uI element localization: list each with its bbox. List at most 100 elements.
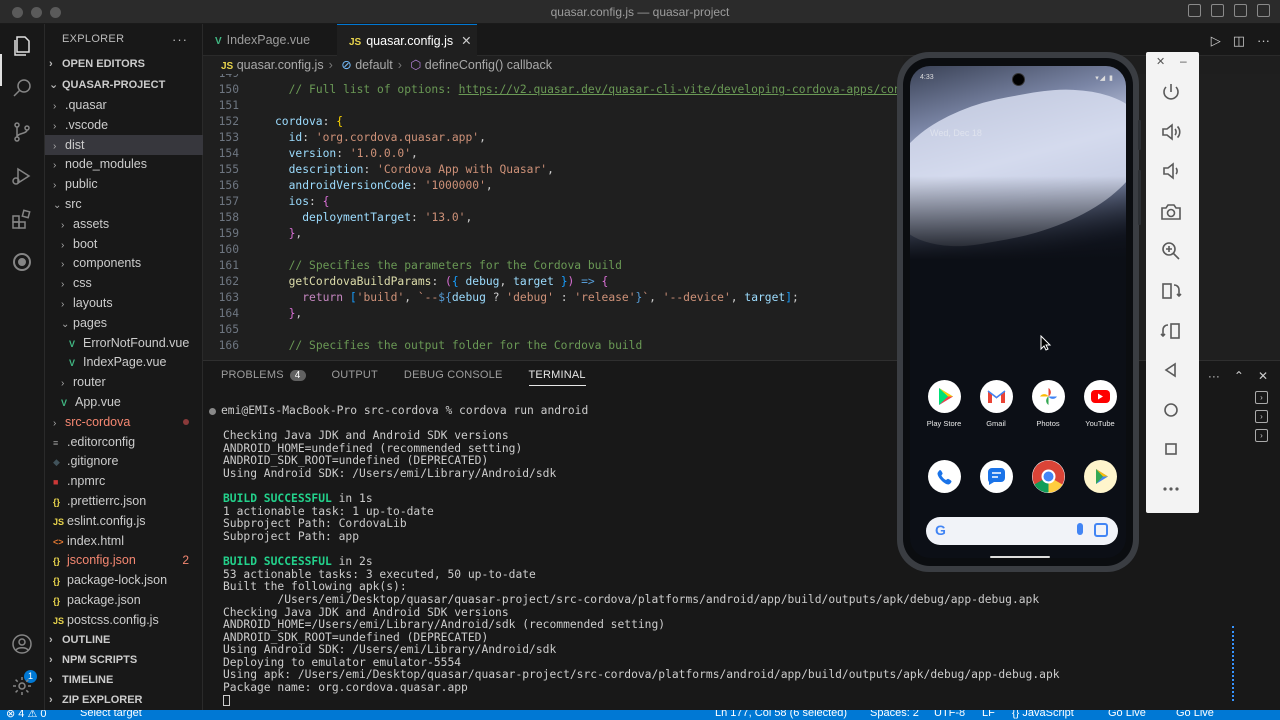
file-tree-item[interactable]: › components: [45, 253, 203, 273]
manage-gear-icon[interactable]: [10, 674, 34, 698]
toggle-panel-icon[interactable]: [1211, 4, 1224, 17]
maximize-panel-icon[interactable]: ⌃: [1234, 369, 1244, 383]
file-tree-item[interactable]: ◆ .gitignore: [45, 451, 203, 471]
close-tab-icon[interactable]: ✕: [461, 34, 471, 48]
photos-app[interactable]: Photos: [1023, 380, 1073, 428]
encoding-status[interactable]: UTF-8: [934, 710, 965, 719]
terminal-scrollbar[interactable]: [1232, 626, 1234, 701]
indentation-status[interactable]: Spaces: 2: [870, 710, 919, 719]
mic-icon[interactable]: [1077, 523, 1083, 535]
tab-quasar-config-js[interactable]: JS quasar.config.js ✕: [337, 24, 477, 56]
youtube-app[interactable]: YouTube: [1075, 380, 1125, 428]
breadcrumb-default[interactable]: default: [355, 58, 393, 72]
zoom-icon[interactable]: [1159, 239, 1183, 263]
file-tree-item[interactable]: › boot: [45, 234, 203, 254]
terminal-instance-icon[interactable]: ›: [1255, 391, 1268, 404]
timeline-section[interactable]: › TIMELINE: [45, 670, 203, 690]
file-tree-item[interactable]: › src-cordova: [45, 412, 203, 432]
power-icon[interactable]: [1159, 81, 1183, 105]
explorer-icon[interactable]: [10, 34, 34, 58]
toggle-secondary-sidebar-icon[interactable]: [1234, 4, 1247, 17]
file-tree-item[interactable]: › layouts: [45, 293, 203, 313]
breadcrumb-file[interactable]: quasar.config.js: [237, 58, 324, 72]
eol-status[interactable]: LF: [982, 710, 995, 719]
language-status[interactable]: {} JavaScript: [1012, 710, 1074, 719]
play-store-app[interactable]: Play Store: [919, 380, 969, 428]
remote-explorer-icon[interactable]: [10, 250, 34, 274]
zip-explorer-section[interactable]: › ZIP EXPLORER: [45, 690, 203, 710]
open-editors-section[interactable]: › OPEN EDITORS: [45, 54, 203, 74]
file-tree-item[interactable]: › .quasar: [45, 95, 203, 115]
file-tree-item[interactable]: › public: [45, 174, 203, 194]
file-tree-item[interactable]: › node_modules: [45, 154, 203, 174]
select-target-status[interactable]: Select target: [80, 710, 142, 719]
cursor-position-status[interactable]: Ln 177, Col 58 (6 selected): [715, 710, 847, 719]
gmail-app[interactable]: Gmail: [971, 380, 1021, 428]
tab-debug-console[interactable]: DEBUG CONSOLE: [404, 369, 503, 386]
file-tree-item[interactable]: V ErrorNotFound.vue: [45, 333, 203, 353]
customize-layout-icon[interactable]: [1257, 4, 1270, 17]
messages-app[interactable]: [971, 460, 1021, 493]
project-section[interactable]: ⌄ QUASAR-PROJECT: [45, 75, 203, 95]
file-tree-item[interactable]: V App.vue: [45, 392, 203, 412]
search-icon[interactable]: [10, 76, 34, 100]
tab-indexpage-vue[interactable]: V IndexPage.vue: [203, 24, 333, 56]
npm-scripts-section[interactable]: › NPM SCRIPTS: [45, 650, 203, 670]
file-tree-item[interactable]: JS postcss.config.js: [45, 610, 203, 630]
outline-section[interactable]: › OUTLINE: [45, 630, 203, 650]
file-tree-item[interactable]: ■ .npmrc: [45, 471, 203, 491]
go-live-button[interactable]: Go Live: [1108, 710, 1146, 719]
volume-up-icon[interactable]: [1159, 120, 1183, 144]
phone-app[interactable]: [919, 460, 969, 493]
toggle-sidebar-icon[interactable]: [1188, 4, 1201, 17]
rotate-right-icon[interactable]: [1159, 319, 1183, 343]
tab-problems[interactable]: PROBLEMS 4: [221, 369, 306, 386]
google-search-bar[interactable]: G: [926, 517, 1118, 545]
source-control-icon[interactable]: [10, 120, 34, 144]
file-tree-item[interactable]: JS eslint.config.js: [45, 511, 203, 531]
panel-more-icon[interactable]: ···: [1208, 369, 1220, 383]
run-debug-icon[interactable]: [10, 164, 34, 188]
play-games-app[interactable]: [1075, 460, 1125, 493]
file-tree-item[interactable]: {} jsconfig.json 2: [45, 550, 203, 570]
chrome-app[interactable]: [1023, 460, 1073, 493]
overview-icon[interactable]: [1159, 437, 1183, 461]
terminal-instance-icon[interactable]: ›: [1255, 429, 1268, 442]
tab-terminal[interactable]: TERMINAL: [528, 369, 586, 386]
file-tree-item[interactable]: ⌄ src: [45, 194, 203, 214]
file-tree-item[interactable]: › .vscode: [45, 115, 203, 135]
file-tree-item[interactable]: <> index.html: [45, 531, 203, 551]
file-tree-item[interactable]: › css: [45, 273, 203, 293]
more-options-icon[interactable]: [1159, 477, 1183, 501]
camera-icon[interactable]: [1159, 200, 1183, 224]
file-tree-item[interactable]: {} package-lock.json: [45, 570, 203, 590]
rotate-left-icon[interactable]: [1159, 279, 1183, 303]
home-icon[interactable]: [1159, 398, 1183, 422]
minimize-emulator-icon[interactable]: –: [1180, 54, 1187, 68]
back-icon[interactable]: [1159, 358, 1183, 382]
close-panel-icon[interactable]: ✕: [1258, 369, 1268, 383]
file-tree-item[interactable]: V IndexPage.vue: [45, 352, 203, 372]
tab-output[interactable]: OUTPUT: [332, 369, 378, 386]
emulator-screen[interactable]: 4:33 ▾◢ ▮ Wed, Dec 18 Play Store Gmail P…: [910, 66, 1126, 558]
extensions-icon[interactable]: [10, 207, 34, 231]
breadcrumb-function[interactable]: defineConfig() callback: [425, 58, 552, 72]
account-icon[interactable]: [10, 632, 34, 656]
run-icon[interactable]: ▷: [1211, 33, 1221, 49]
file-tree-item[interactable]: › dist: [45, 134, 203, 155]
volume-down-icon[interactable]: [1159, 159, 1183, 183]
file-tree-item[interactable]: › router: [45, 372, 203, 392]
close-emulator-icon[interactable]: ✕: [1156, 55, 1165, 68]
problems-status[interactable]: ⊗ 4 ⚠ 0: [6, 710, 46, 720]
file-tree-item[interactable]: ≡ .editorconfig: [45, 432, 203, 452]
more-actions-icon[interactable]: ···: [172, 32, 188, 47]
file-tree-item[interactable]: {} package.json: [45, 590, 203, 610]
terminal-instance-icon[interactable]: ›: [1255, 410, 1268, 423]
go-live-button-2[interactable]: Go Live: [1176, 710, 1214, 719]
file-tree-item[interactable]: ⌄ pages: [45, 313, 203, 333]
file-tree-item[interactable]: › assets: [45, 214, 203, 234]
file-tree-item[interactable]: {} .prettierrc.json: [45, 491, 203, 511]
lens-icon[interactable]: [1094, 523, 1108, 537]
split-editor-icon[interactable]: ◫: [1233, 33, 1245, 49]
gesture-bar[interactable]: [990, 556, 1050, 558]
